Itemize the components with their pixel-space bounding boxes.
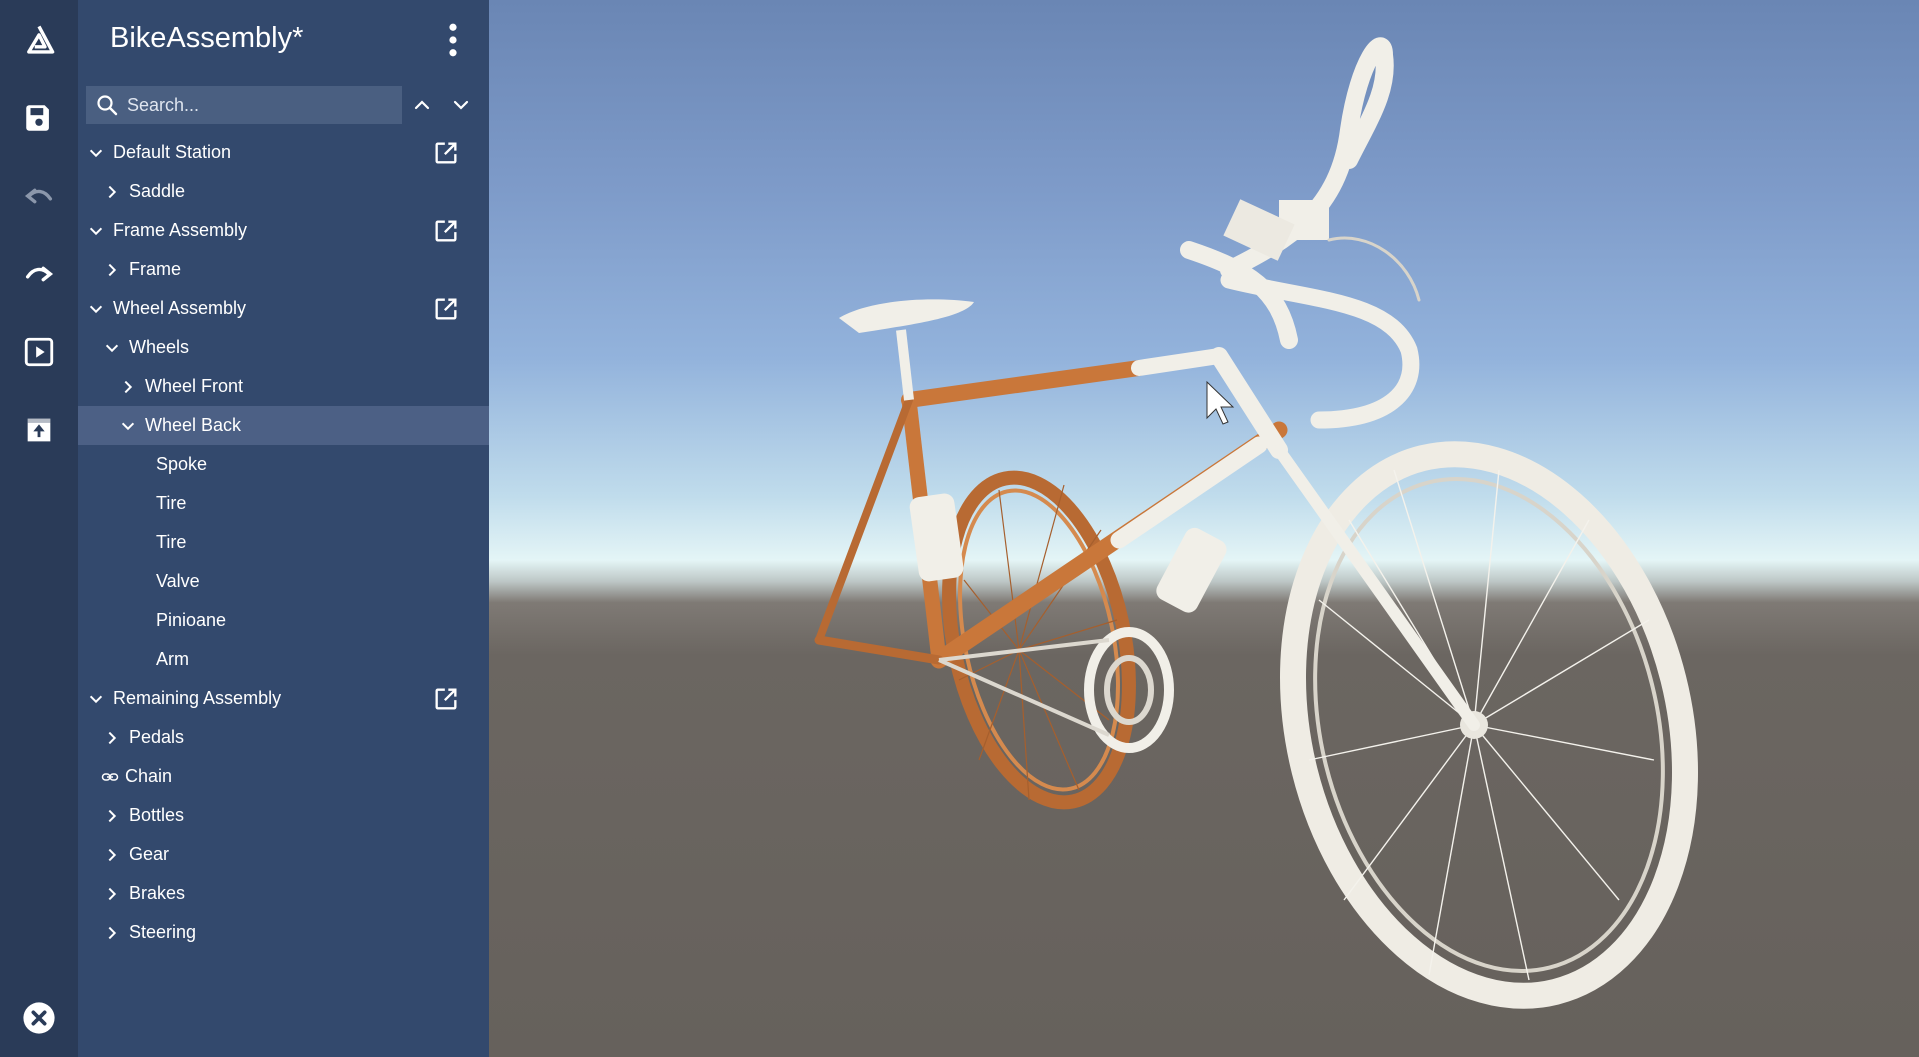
- tree-item-label: Chain: [125, 766, 173, 786]
- tree-item-label: Frame: [129, 259, 182, 279]
- bike-model[interactable]: [489, 0, 1919, 1057]
- tree-item-frame[interactable]: Frame: [78, 250, 489, 289]
- chevron-right-icon[interactable]: [101, 727, 123, 749]
- tree-item-label: Gear: [129, 844, 170, 864]
- logo-icon[interactable]: [11, 12, 67, 68]
- chevron-right-icon[interactable]: [101, 181, 123, 203]
- tree-item-label: Tire: [156, 493, 187, 513]
- tree-item-label: Arm: [156, 649, 189, 669]
- hierarchy-panel: BikeAssembly* Default Station Saddle Fra…: [78, 0, 489, 1057]
- chevron-right-icon[interactable]: [101, 883, 123, 905]
- tree-item-label: Frame Assembly: [113, 220, 248, 240]
- tree-item-label: Saddle: [129, 181, 186, 201]
- link-icon: [99, 766, 121, 788]
- tool-rail: [0, 0, 78, 1057]
- chevron-down-icon[interactable]: [85, 142, 107, 164]
- tree-item-arm[interactable]: Arm: [78, 640, 489, 679]
- tree-item-tire[interactable]: Tire: [78, 523, 489, 562]
- tree-item-wheel-back[interactable]: Wheel Back: [78, 406, 489, 445]
- chevron-up-icon: [414, 100, 430, 110]
- panel-header: BikeAssembly*: [78, 0, 489, 78]
- tree-item-chain[interactable]: Chain: [78, 757, 489, 796]
- document-title: BikeAssembly*: [110, 22, 304, 54]
- tree-item-tire[interactable]: Tire: [78, 484, 489, 523]
- tree-item-frame-assembly[interactable]: Frame Assembly: [78, 211, 489, 250]
- tree-item-label: Brakes: [129, 883, 186, 903]
- open-external-icon[interactable]: [431, 138, 461, 168]
- tree-item-label: Spoke: [156, 454, 208, 474]
- save-icon[interactable]: [11, 90, 67, 146]
- chevron-right-icon[interactable]: [101, 844, 123, 866]
- tree-item-label: Valve: [156, 571, 200, 591]
- tree-item-label: Tire: [156, 532, 187, 552]
- tree-item-label: Wheel Back: [145, 415, 242, 435]
- tree-item-bottles[interactable]: Bottles: [78, 796, 489, 835]
- next-result-button[interactable]: [443, 86, 479, 124]
- tree-item-remaining-assembly[interactable]: Remaining Assembly: [78, 679, 489, 718]
- close-icon[interactable]: [11, 990, 67, 1046]
- tree-item-saddle[interactable]: Saddle: [78, 172, 489, 211]
- upload-icon[interactable]: [11, 402, 67, 458]
- chevron-down-icon: [453, 100, 469, 110]
- open-external-icon[interactable]: [431, 216, 461, 246]
- tree-item-valve[interactable]: Valve: [78, 562, 489, 601]
- saddle[interactable]: [839, 299, 974, 401]
- tree-item-label: Wheel Assembly: [113, 298, 247, 318]
- chevron-down-icon[interactable]: [85, 298, 107, 320]
- tree-item-label: Pedals: [129, 727, 185, 747]
- chevron-down-icon[interactable]: [85, 688, 107, 710]
- search-box: [86, 86, 402, 124]
- 3d-viewport[interactable]: [489, 0, 1919, 1057]
- chevron-right-icon[interactable]: [101, 805, 123, 827]
- tree-item-pinioane[interactable]: Pinioane: [78, 601, 489, 640]
- tree-item-steering[interactable]: Steering: [78, 913, 489, 952]
- open-external-icon[interactable]: [431, 294, 461, 324]
- tree-item-label: Steering: [129, 922, 197, 942]
- undo-icon[interactable]: [11, 168, 67, 224]
- tree-item-label: Bottles: [129, 805, 185, 825]
- tree-item-wheel-front[interactable]: Wheel Front: [78, 367, 489, 406]
- tree-item-pedals[interactable]: Pedals: [78, 718, 489, 757]
- chevron-right-icon[interactable]: [101, 259, 123, 281]
- tree-item-gear[interactable]: Gear: [78, 835, 489, 874]
- play-icon[interactable]: [11, 324, 67, 380]
- tree-item-brakes[interactable]: Brakes: [78, 874, 489, 913]
- tree-item-label: Default Station: [113, 142, 232, 162]
- chevron-right-icon[interactable]: [117, 376, 139, 398]
- tree-item-label: Pinioane: [156, 610, 227, 630]
- previous-result-button[interactable]: [404, 86, 440, 124]
- tree-item-wheels[interactable]: Wheels: [78, 328, 489, 367]
- search-icon: [97, 95, 118, 116]
- open-external-icon[interactable]: [431, 684, 461, 714]
- chevron-down-icon[interactable]: [85, 220, 107, 242]
- tree-item-label: Wheel Front: [145, 376, 244, 396]
- chevron-down-icon[interactable]: [101, 337, 123, 359]
- tree-item-label: Remaining Assembly: [113, 688, 282, 708]
- chevron-right-icon[interactable]: [101, 922, 123, 944]
- tree-item-label: Wheels: [129, 337, 190, 357]
- tree-item-spoke[interactable]: Spoke: [78, 445, 489, 484]
- chevron-down-icon[interactable]: [117, 415, 139, 437]
- search-input[interactable]: [127, 87, 402, 123]
- more-options-button[interactable]: [433, 20, 473, 60]
- tree-item-default-station[interactable]: Default Station: [78, 133, 489, 172]
- more-vertical-icon: [449, 23, 457, 57]
- redo-icon[interactable]: [11, 246, 67, 302]
- tree-item-wheel-assembly[interactable]: Wheel Assembly: [78, 289, 489, 328]
- assembly-tree: Default Station Saddle Frame Assembly Fr…: [78, 133, 489, 952]
